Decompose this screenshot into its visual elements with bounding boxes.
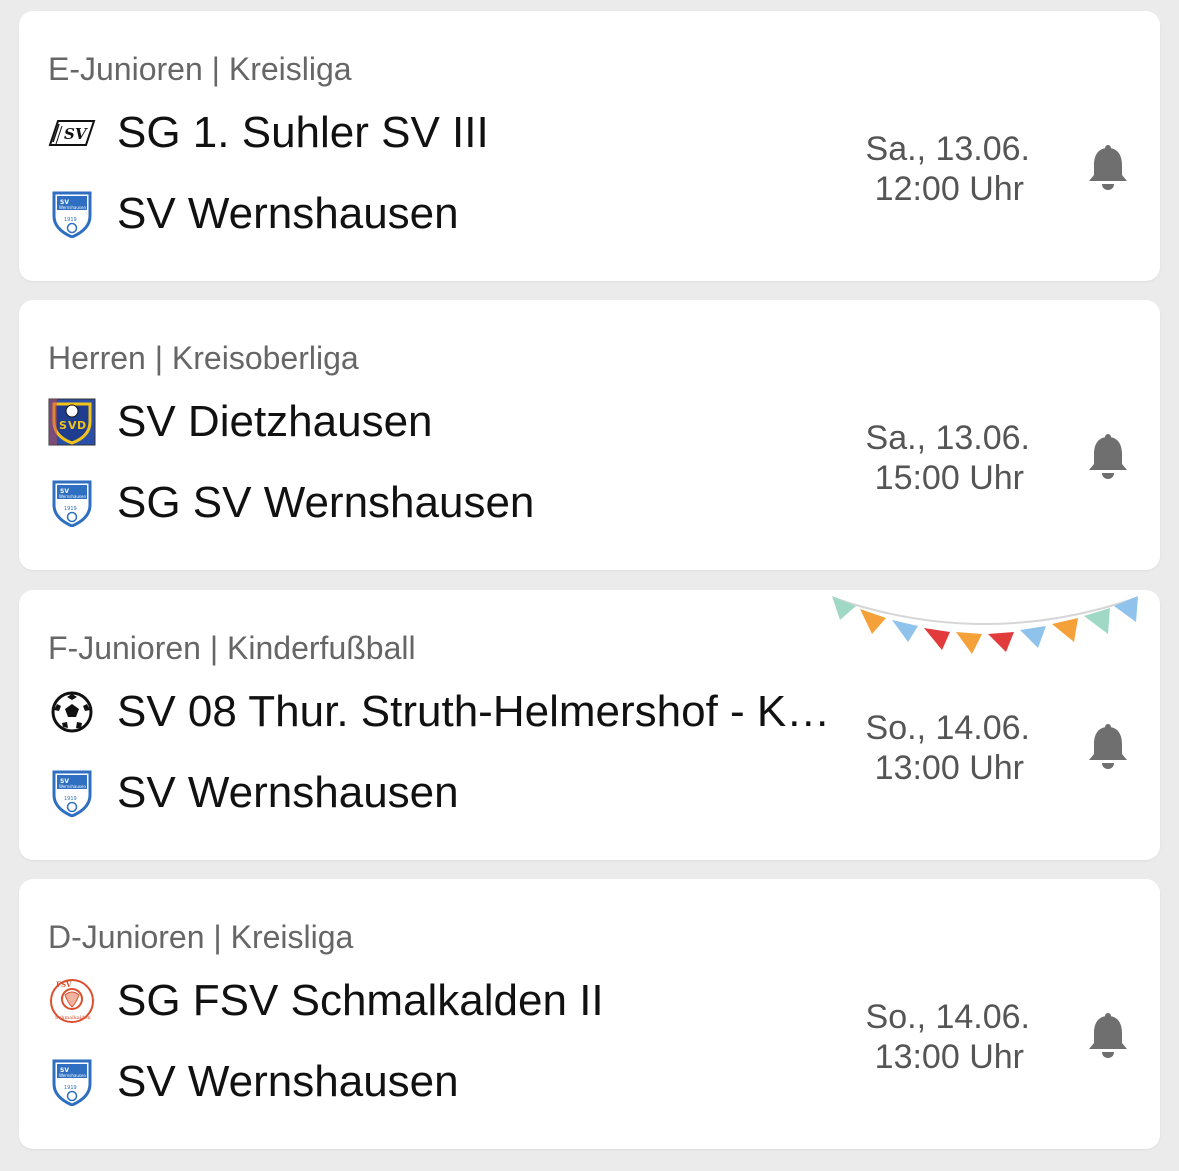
svg-text:Wernshausen: Wernshausen [59,784,86,789]
svg-text:1919: 1919 [64,217,77,223]
svg-text:FSV: FSV [56,980,72,989]
away-team-name: SV Wernshausen [117,768,459,817]
suhl-sv-logo: SV [48,109,96,157]
svg-text:Schmalkalden: Schmalkalden [55,1015,92,1021]
svg-text:1919: 1919 [64,506,77,512]
kickoff-info: So., 14.06. 13:00 Uhr [866,997,1030,1077]
bell-icon[interactable] [1086,722,1130,770]
match-date: Sa., 13.06. [865,130,1030,168]
bell-icon[interactable] [1086,432,1130,480]
league-label: F-Junioren | Kinderfußball [48,630,416,666]
soccer-ball-icon [48,688,96,736]
match-card[interactable]: E-Junioren | Kreisliga SV SG 1. Suhler S… [19,11,1160,281]
away-team-name: SV Wernshausen [117,1057,459,1106]
league-label: E-Junioren | Kreisliga [48,51,352,87]
away-team-row: SV Wernshausen 1919 SV Wernshausen [48,763,858,823]
home-team-row: SV 08 Thur. Struth-Helmershof - K… [48,682,858,742]
league-label: Herren | Kreisoberliga [48,340,359,376]
svg-text:1919: 1919 [64,796,77,802]
svg-text:SV: SV [64,125,88,143]
svg-text:S: S [59,419,67,432]
bell-icon[interactable] [1086,1011,1130,1059]
fsv-schmalkalden-crest: FSV Schmalkalden [48,977,96,1025]
home-team-name: SG 1. Suhler SV III [117,108,489,157]
svg-text:Wernshausen: Wernshausen [59,494,86,499]
match-time: 13:00 Uhr [874,749,1024,787]
match-time: 12:00 Uhr [874,170,1024,208]
match-card[interactable]: F-Junioren | Kinderfußball SV 08 Thur. S… [19,590,1160,860]
home-team-row: S V D SV Dietzhausen [48,392,858,452]
league-label: D-Junioren | Kreisliga [48,919,354,955]
kickoff-info: Sa., 13.06. 12:00 Uhr [866,129,1030,209]
sv-wernshausen-crest: SV Wernshausen 1919 [48,1058,96,1106]
home-team-row: FSV Schmalkalden SG FSV Schmalkalden II [48,971,858,1031]
away-team-row: SV Wernshausen 1919 SG SV Wernshausen [48,473,858,533]
away-team-row: SV Wernshausen 1919 SV Wernshausen [48,1052,858,1112]
away-team-name: SV Wernshausen [117,189,459,238]
away-team-row: SV Wernshausen 1919 SV Wernshausen [48,184,858,244]
svg-text:D: D [77,419,86,432]
match-date: So., 14.06. [865,709,1030,747]
bell-icon[interactable] [1086,143,1130,191]
home-team-name: SV 08 Thur. Struth-Helmershof - K… [117,687,831,736]
sv-dietzhausen-crest: S V D [48,398,96,446]
sv-wernshausen-crest: SV Wernshausen 1919 [48,479,96,527]
kickoff-info: Sa., 13.06. 15:00 Uhr [866,418,1030,498]
home-team-row: SV SG 1. Suhler SV III [48,103,858,163]
match-card[interactable]: D-Junioren | Kreisliga FSV Schmalkalden … [19,879,1160,1149]
svg-text:1919: 1919 [64,1085,77,1091]
svg-text:V: V [68,419,77,432]
bunting-garland [830,590,1140,660]
svg-text:Wernshausen: Wernshausen [59,1073,86,1078]
svg-text:Wernshausen: Wernshausen [59,205,86,210]
kickoff-info: So., 14.06. 13:00 Uhr [866,708,1030,788]
away-team-name: SG SV Wernshausen [117,478,535,527]
match-time: 15:00 Uhr [874,459,1024,497]
match-time: 13:00 Uhr [874,1038,1024,1076]
match-card[interactable]: Herren | Kreisoberliga S V D SV Dietzhau… [19,300,1160,570]
sv-wernshausen-crest: SV Wernshausen 1919 [48,769,96,817]
match-date: Sa., 13.06. [865,419,1030,457]
home-team-name: SG FSV Schmalkalden II [117,976,604,1025]
sv-wernshausen-crest: SV Wernshausen 1919 [48,190,96,238]
match-date: So., 14.06. [865,998,1030,1036]
home-team-name: SV Dietzhausen [117,397,433,446]
